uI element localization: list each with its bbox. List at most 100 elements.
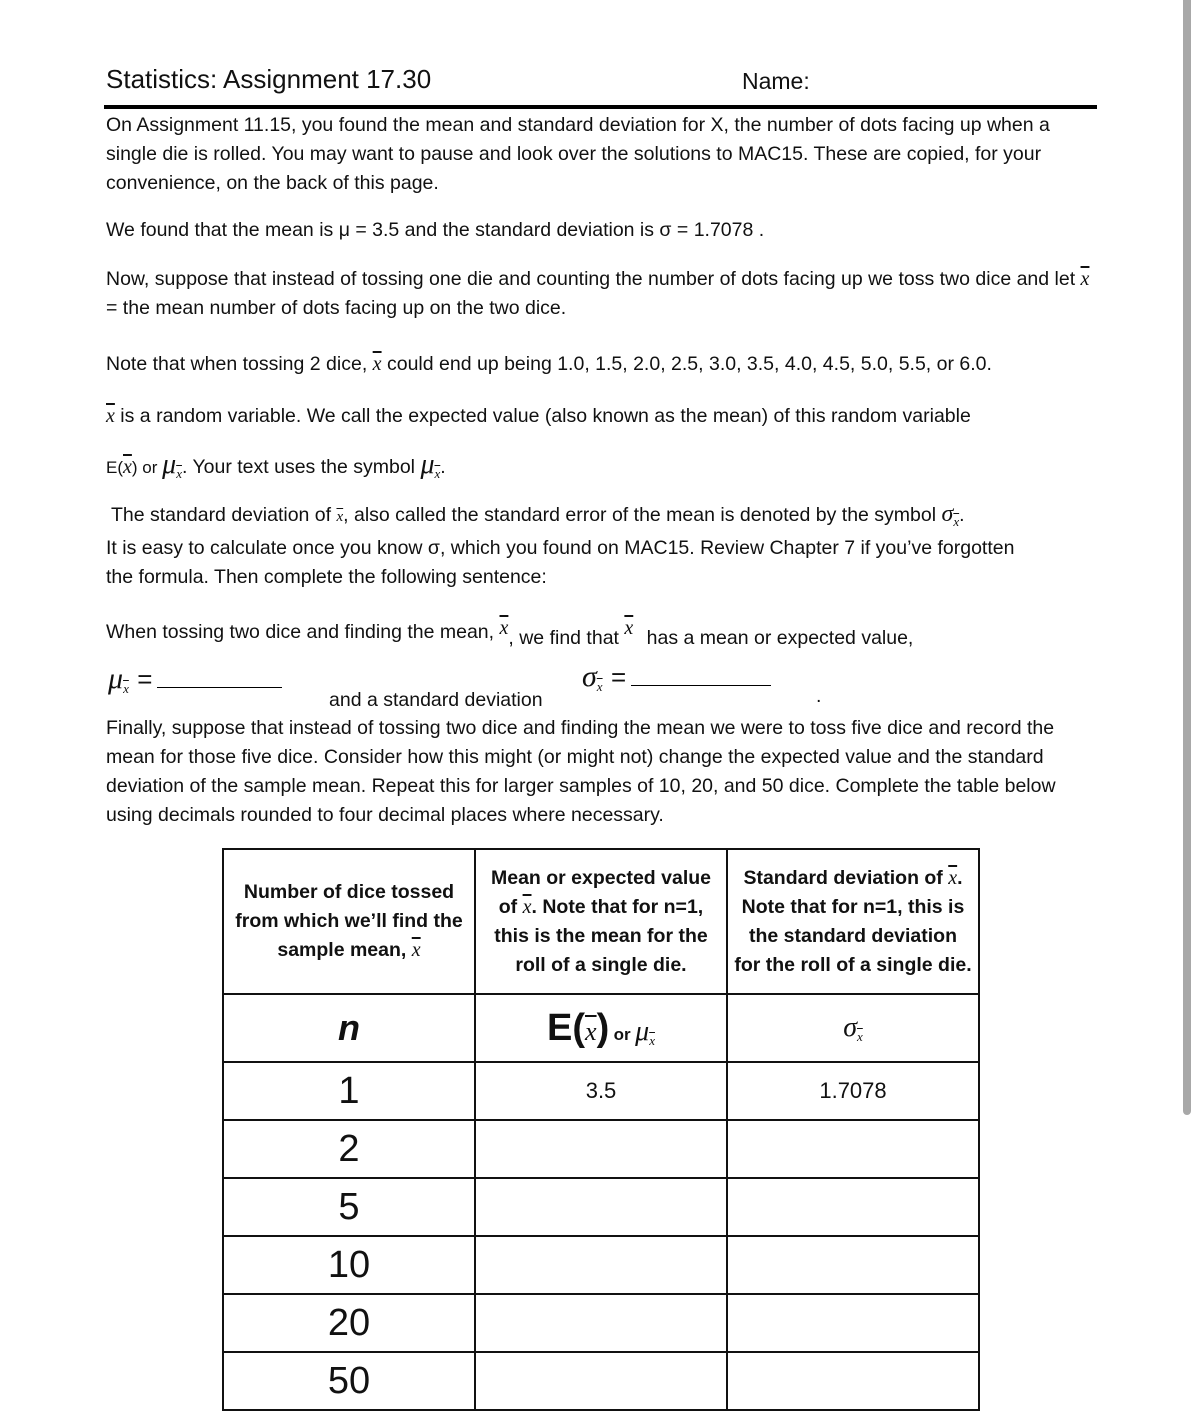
sigma-symbol: σ (941, 501, 954, 527)
text: , we find that (508, 627, 625, 649)
mu-xbar-answer-blank[interactable] (156, 687, 282, 688)
mean-value: 3.5 (585, 1078, 617, 1103)
header-number-of-dice: Number of dice tossed from which we’ll f… (222, 848, 476, 995)
period: . (816, 685, 822, 707)
xbar-symbol: x (411, 939, 421, 961)
two-dice-paragraph: Now, suppose that instead of tossing one… (106, 265, 1106, 323)
n-symbol: n (338, 1007, 360, 1048)
table-row: 1 3.5 1.7078 (222, 1061, 980, 1121)
sd-value: 1.7078 (819, 1078, 887, 1103)
mean-symbol-cell: E(x) or μx (474, 993, 728, 1063)
random-variable-paragraph: x is a random variable. We call the expe… (106, 402, 1106, 431)
text: is a random variable. We call the expect… (114, 405, 971, 427)
xbar-subscript: x (857, 1028, 863, 1044)
table-row: 5 (222, 1177, 980, 1237)
n-cell: 50 (222, 1351, 476, 1411)
worksheet-page: Statistics: Assignment 17.30 Name: On As… (0, 0, 1200, 1425)
text: could end up being 1.0, 1.5, 2.0, 2.5, 3… (381, 353, 992, 375)
xbar-symbol: x (624, 617, 634, 639)
xbar-symbol: x (372, 353, 382, 375)
mu-xbar-fill-line: μx = (108, 662, 282, 697)
intro-paragraph: On Assignment 11.15, you found the mean … (106, 114, 1050, 194)
xbar-subscript: x (649, 1032, 655, 1048)
name-label: Name: (742, 68, 810, 94)
table-symbol-row: n E(x) or μx σx (222, 993, 980, 1063)
sd-cell[interactable]: 1.7078 (726, 1061, 980, 1121)
mean-cell[interactable] (474, 1293, 728, 1353)
n-value: 10 (327, 1243, 371, 1286)
mu-symbol: μ (635, 1015, 650, 1047)
final-instructions: Finally, suppose that instead of tossing… (106, 717, 1056, 826)
formula-paragraph: It is easy to calculate once you know σ,… (106, 537, 1015, 588)
text: E( (106, 458, 123, 477)
equals-sign: = (137, 664, 153, 694)
sd-cell[interactable] (726, 1119, 980, 1179)
sigma-xbar-fill-line: σx = (582, 660, 771, 695)
header-rule (104, 105, 1097, 109)
sd-cell[interactable] (726, 1235, 980, 1295)
table-row: 10 (222, 1235, 980, 1295)
xbar-symbol: x (948, 866, 958, 889)
equals-sign: = (611, 662, 627, 692)
page-title: Statistics: Assignment 17.30 (106, 64, 432, 94)
header-sd: Standard deviation of x. Note that for n… (726, 848, 980, 995)
xbar-symbol: x (123, 456, 132, 478)
n-value: 1 (338, 1069, 360, 1112)
sigma-xbar-answer-blank[interactable] (630, 685, 771, 686)
text: has a mean or expected value, (641, 627, 914, 649)
n-value: 20 (327, 1301, 371, 1344)
text: . Your text uses the symbol (181, 456, 421, 478)
text: . (959, 504, 965, 526)
xbar-subscript: x (596, 679, 603, 694)
sd-symbol-cell: σx (726, 993, 980, 1063)
mean-sd-statement: We found that the mean is μ = 3.5 and th… (106, 219, 765, 241)
table-header-row: Number of dice tossed from which we’ll f… (222, 848, 980, 995)
n-value: 2 (338, 1127, 360, 1170)
header-text: Standard deviation of (743, 866, 949, 889)
xbar-symbol: x (106, 405, 115, 427)
header-text: Number of dice tossed from which we’ll f… (235, 881, 463, 961)
results-table: Number of dice tossed from which we’ll f… (222, 848, 980, 1411)
sd-cell[interactable] (726, 1293, 980, 1353)
sd-cell[interactable] (726, 1351, 980, 1411)
standard-error-paragraph: The standard deviation of x, also called… (111, 500, 1111, 536)
n-cell: 20 (222, 1293, 476, 1353)
mean-cell[interactable]: 3.5 (474, 1061, 728, 1121)
mean-cell[interactable] (474, 1119, 728, 1179)
n-cell: 2 (222, 1119, 476, 1179)
e-open: E( (547, 1006, 586, 1049)
xbar-symbol: x (585, 1016, 597, 1046)
n-cell: 1 (222, 1061, 476, 1121)
n-cell: 10 (222, 1235, 476, 1295)
or-text: or (613, 1024, 631, 1044)
xbar-symbol: x (1080, 268, 1090, 290)
sigma-symbol: σ (582, 660, 597, 693)
vertical-scrollbar[interactable] (1183, 0, 1191, 1115)
mean-cell[interactable] (474, 1177, 728, 1237)
n-cell: 5 (222, 1177, 476, 1237)
text: , also called the standard error of the … (343, 504, 942, 526)
text: The standard deviation of (111, 504, 337, 526)
and-sd-label: and a standard deviation (329, 689, 543, 711)
table-row: 50 (222, 1351, 980, 1411)
n-value: 50 (327, 1359, 371, 1402)
text: Note that when tossing 2 dice, (106, 353, 373, 375)
mu-symbol: μ (162, 449, 177, 480)
e-close: ) (596, 1006, 610, 1049)
text: . (440, 456, 446, 478)
text: When tossing two dice and finding the me… (106, 621, 500, 643)
mean-cell[interactable] (474, 1235, 728, 1295)
table-row: 2 (222, 1119, 980, 1179)
header-mean: Mean or expected value of x. Note that f… (474, 848, 728, 995)
text: Now, suppose that instead of tossing one… (106, 268, 1081, 290)
mu-symbol: μ (420, 449, 435, 480)
mean-cell[interactable] (474, 1351, 728, 1411)
n-value: 5 (338, 1185, 360, 1228)
n-symbol-cell: n (222, 993, 476, 1063)
text: ) or (131, 458, 163, 477)
mu-symbol: μ (108, 662, 124, 695)
possible-values-paragraph: Note that when tossing 2 dice, x could e… (106, 350, 1106, 379)
xbar-subscript: x (123, 681, 129, 696)
sigma-symbol: σ (843, 1011, 858, 1043)
sd-cell[interactable] (726, 1177, 980, 1237)
